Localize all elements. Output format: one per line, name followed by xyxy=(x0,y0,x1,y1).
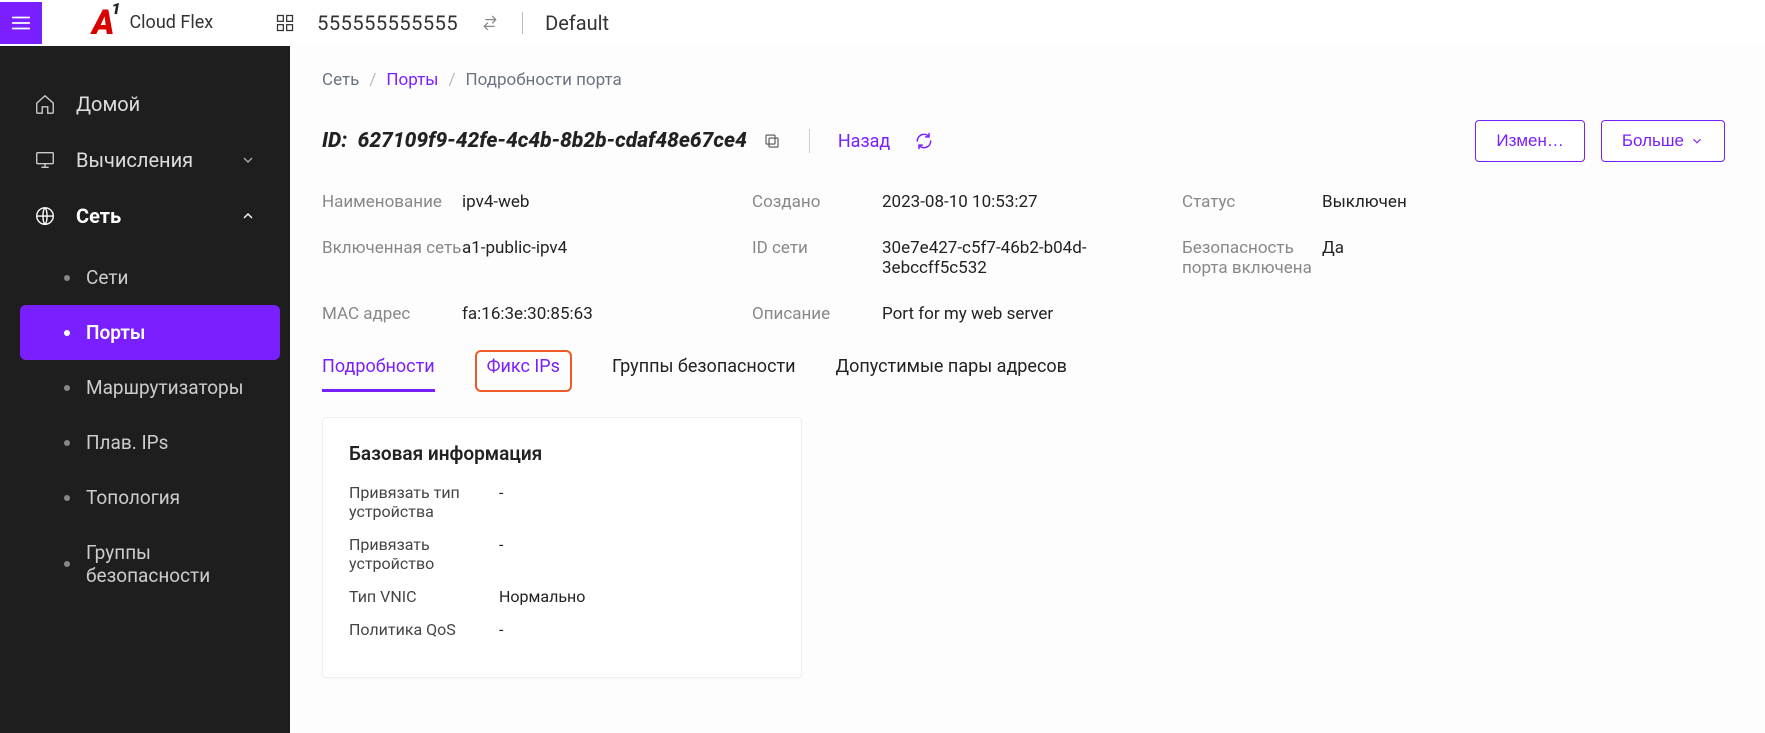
sidebar-label-network: Сеть xyxy=(76,204,121,228)
tab-fixed-ips[interactable]: Фикс IPs xyxy=(475,350,572,392)
sidebar-sub-label: Плав. IPs xyxy=(86,431,168,454)
info-label-portsec: Безопасность порта включена xyxy=(1182,238,1322,278)
tab-allowed-pairs[interactable]: Допустимые пары адресов xyxy=(836,350,1067,392)
more-button[interactable]: Больше xyxy=(1601,120,1725,162)
info-value-created: 2023-08-10 10:53:27 xyxy=(882,192,1182,212)
info-value-name: ipv4-web xyxy=(462,192,752,212)
card-label-vnic: Тип VNIC xyxy=(349,587,479,606)
sidebar-sub-networks[interactable]: Сети xyxy=(20,250,280,305)
title-row: ID: 627109f9-42fe-4c4b-8b2b-cdaf48e67ce4… xyxy=(322,120,1765,162)
port-id-label: ID: 627109f9-42fe-4c4b-8b2b-cdaf48e67ce4 xyxy=(322,129,747,153)
sidebar-item-network[interactable]: Сеть xyxy=(0,188,290,244)
logo-mark: A1 xyxy=(92,3,119,43)
sidebar-sub-label: Сети xyxy=(86,266,128,289)
basic-info-card: Базовая информация Привязать тип устройс… xyxy=(322,417,802,678)
chevron-down-icon xyxy=(1690,134,1704,148)
monitor-icon xyxy=(34,149,56,171)
sidebar-label-home: Домой xyxy=(76,92,140,116)
sidebar-label-compute: Вычисления xyxy=(76,148,193,172)
chevron-down-icon xyxy=(240,152,256,168)
card-label-bind-type: Привязать тип устройства xyxy=(349,483,479,521)
sidebar-sub-floating-ips[interactable]: Плав. IPs xyxy=(20,415,280,470)
card-value-bind-dev: - xyxy=(499,535,503,573)
content-area: Сеть / Порты / Подробности порта ID: 627… xyxy=(290,46,1765,733)
card-value-vnic: Нормально xyxy=(499,587,585,606)
breadcrumb-sep: / xyxy=(449,70,456,90)
back-link[interactable]: Назад xyxy=(838,131,890,152)
info-label-desc: Описание xyxy=(752,304,882,324)
info-value-desc: Port for my web server xyxy=(882,304,1182,324)
topbar: A1 Cloud Flex 555555555555 Default xyxy=(0,0,1765,46)
sidebar-item-home[interactable]: Домой xyxy=(0,76,290,132)
grid-icon[interactable] xyxy=(275,13,295,33)
sidebar: Домой Вычисления Сеть Сети Порты Маршрут… xyxy=(0,46,290,733)
info-label-created: Создано xyxy=(752,192,882,212)
top-right-bar: 555555555555 Default xyxy=(275,11,609,35)
copy-icon[interactable] xyxy=(763,132,781,150)
sidebar-sub-label: Топология xyxy=(86,486,180,509)
info-label-name: Наименование xyxy=(322,192,462,212)
home-icon xyxy=(34,93,56,115)
info-value-net: a1-public-ipv4 xyxy=(462,238,752,278)
sidebar-item-compute[interactable]: Вычисления xyxy=(0,132,290,188)
divider xyxy=(522,12,523,34)
project-number[interactable]: 555555555555 xyxy=(317,11,458,35)
swap-icon[interactable] xyxy=(480,13,500,33)
breadcrumb: Сеть / Порты / Подробности порта xyxy=(322,70,1765,90)
refresh-icon[interactable] xyxy=(914,131,934,151)
info-value-netid: 30e7e427-c5f7-46b2-b04d-3ebccff5c532 xyxy=(882,238,1182,278)
card-value-bind-type: - xyxy=(499,483,503,521)
card-label-bind-dev: Привязать устройство xyxy=(349,535,479,573)
breadcrumb-current: Подробности порта xyxy=(466,70,622,90)
info-label-status: Статус xyxy=(1182,192,1322,212)
sidebar-sublist-network: Сети Порты Маршрутизаторы Плав. IPs Топо… xyxy=(0,244,290,609)
sidebar-sub-label: Порты xyxy=(86,321,145,344)
breadcrumb-root[interactable]: Сеть xyxy=(322,70,359,90)
card-title: Базовая информация xyxy=(349,442,775,465)
edit-button[interactable]: Измен… xyxy=(1475,120,1585,162)
info-label-net: Включенная сеть xyxy=(322,238,462,278)
info-grid: Наименование ipv4-web Создано 2023-08-10… xyxy=(322,192,1732,324)
tenant-selector[interactable]: Default xyxy=(545,11,609,35)
chevron-up-icon xyxy=(240,208,256,224)
hamburger-menu-button[interactable] xyxy=(0,2,42,44)
sidebar-sub-sec-groups[interactable]: Группы безопасности xyxy=(20,525,280,603)
card-label-qos: Политика QoS xyxy=(349,620,479,639)
product-name: Cloud Flex xyxy=(129,12,213,33)
sidebar-sub-ports[interactable]: Порты xyxy=(20,305,280,360)
tab-sec-groups[interactable]: Группы безопасности xyxy=(612,350,796,392)
info-label-netid: ID сети xyxy=(752,238,882,278)
sidebar-sub-label: Маршрутизаторы xyxy=(86,376,243,399)
sidebar-sub-label: Группы безопасности xyxy=(86,541,260,587)
divider xyxy=(809,129,810,153)
info-value-portsec: Да xyxy=(1322,238,1732,278)
tab-details[interactable]: Подробности xyxy=(322,350,435,392)
globe-icon xyxy=(34,205,56,227)
tabs: Подробности Фикс IPs Группы безопасности… xyxy=(322,350,1765,393)
info-value-mac: fa:16:3e:30:85:63 xyxy=(462,304,752,324)
sidebar-sub-topology[interactable]: Топология xyxy=(20,470,280,525)
sidebar-sub-routers[interactable]: Маршрутизаторы xyxy=(20,360,280,415)
hamburger-icon xyxy=(10,12,32,34)
card-value-qos: - xyxy=(499,620,503,639)
breadcrumb-sep: / xyxy=(369,70,376,90)
logo[interactable]: A1 Cloud Flex xyxy=(92,3,213,43)
info-label-mac: MAC адрес xyxy=(322,304,462,324)
info-value-status: Выключен xyxy=(1322,192,1732,212)
breadcrumb-ports[interactable]: Порты xyxy=(386,70,438,90)
